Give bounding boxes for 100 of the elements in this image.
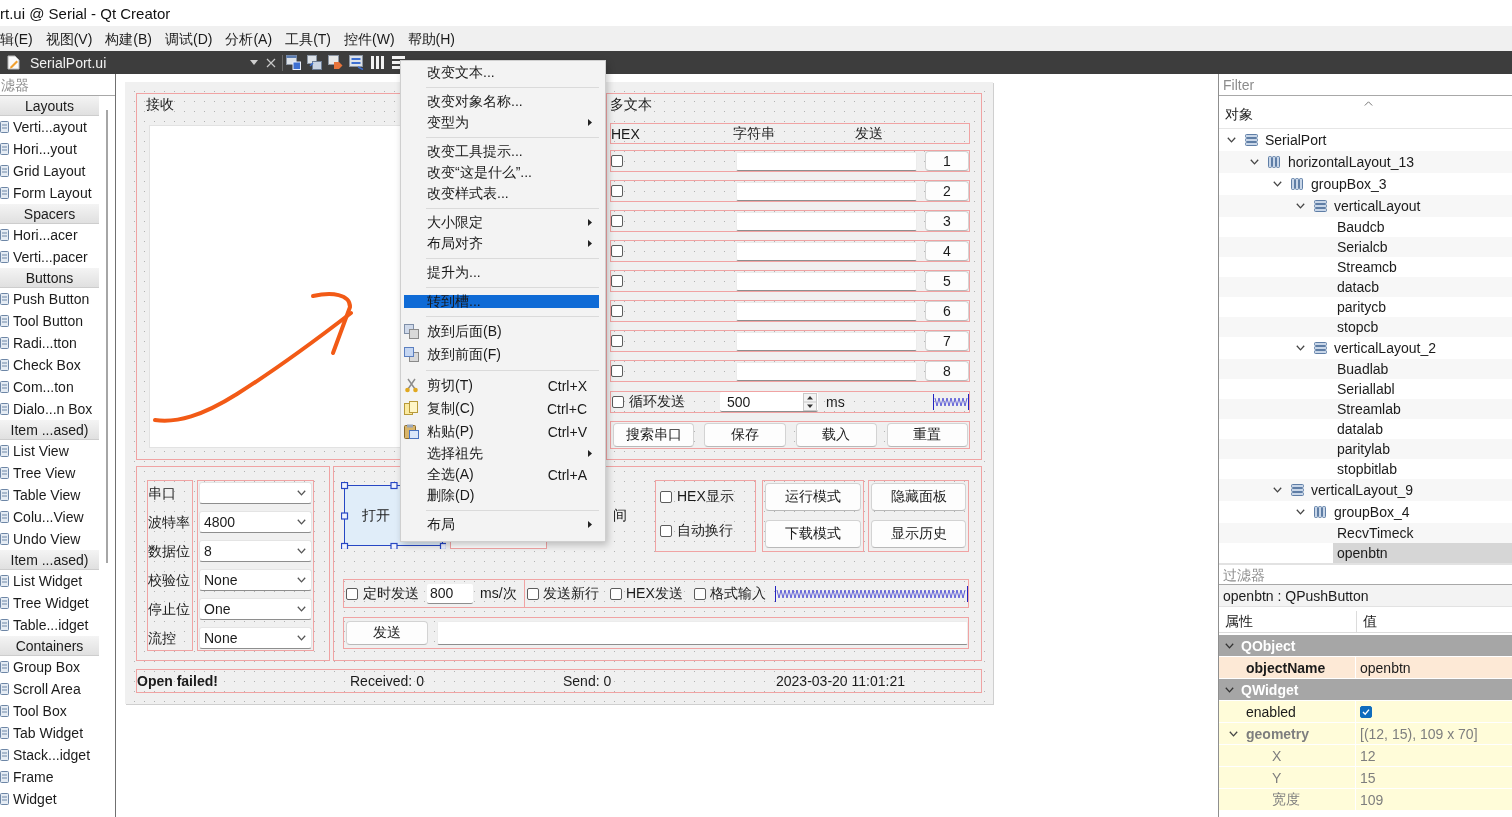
checkbox[interactable] <box>611 305 623 317</box>
tree-item[interactable]: SerialPort <box>1261 129 1512 151</box>
filter-field[interactable]: 过滤器 <box>1219 565 1512 585</box>
checkbox[interactable] <box>611 155 623 167</box>
menu-item[interactable]: 全选(A) Ctrl+A <box>404 464 599 485</box>
push-button[interactable]: 8 <box>925 361 969 381</box>
push-button[interactable]: 隐藏面板 <box>871 483 966 511</box>
widget-list-item[interactable]: Group Box <box>0 656 99 678</box>
text-field[interactable] <box>736 331 917 351</box>
menu-item[interactable]: 布局对齐 <box>404 233 599 254</box>
tag-icon[interactable] <box>328 55 343 70</box>
push-button[interactable]: 7 <box>925 331 969 351</box>
widget-list-item[interactable]: Grid Layout <box>0 160 99 182</box>
push-button[interactable]: 2 <box>925 181 969 201</box>
checkbox[interactable] <box>611 245 623 257</box>
column-header[interactable]: 对象 <box>1225 106 1253 124</box>
caret-icon[interactable] <box>250 60 258 65</box>
chevron-down-icon[interactable] <box>1225 686 1234 693</box>
tree-item[interactable]: openbtn <box>1333 543 1512 563</box>
push-button[interactable]: 保存 <box>704 423 786 447</box>
menu-item[interactable]: 粘贴(P) Ctrl+V <box>404 420 599 443</box>
number-field[interactable]: 800 <box>427 583 473 604</box>
menu-item[interactable]: 放到前面(F) <box>404 343 599 366</box>
menu-item[interactable]: 改变文本... <box>404 62 599 83</box>
menu-bar-item[interactable]: 控件(W) <box>344 28 395 49</box>
combo-box[interactable]: None <box>199 569 312 591</box>
menu-item[interactable]: 剪切(T) Ctrl+X <box>404 374 599 397</box>
tree-item[interactable]: paritycb <box>1333 297 1512 317</box>
menu-bar-item[interactable]: 工具(T) <box>285 28 331 49</box>
chevron-down-icon[interactable] <box>1272 487 1282 493</box>
spin-arrows-icon[interactable] <box>803 392 817 411</box>
push-button[interactable]: 6 <box>925 301 969 321</box>
menu-item[interactable]: 改变对象名称... <box>404 91 599 112</box>
menu-item[interactable]: 提升为... <box>404 262 599 283</box>
menu-bar-item[interactable]: 分析(A) <box>225 28 273 49</box>
menu-bar-item[interactable]: 辑(E) <box>0 28 33 49</box>
push-button[interactable]: 5 <box>925 271 969 291</box>
columns-icon[interactable] <box>370 55 385 70</box>
chevron-down-icon[interactable] <box>297 577 306 583</box>
chevron-down-icon[interactable] <box>297 635 306 641</box>
menu-bar-item[interactable]: 构建(B) <box>105 28 152 49</box>
chevron-down-icon[interactable] <box>297 519 306 525</box>
category-header[interactable]: Layouts <box>0 96 99 116</box>
menu-item[interactable]: 变型为 <box>404 112 599 133</box>
tree-item[interactable]: Streamcb <box>1333 257 1512 277</box>
menu-item[interactable]: 复制(C) Ctrl+C <box>404 397 599 420</box>
combo-box[interactable]: 4800 <box>199 511 312 533</box>
chevron-down-icon[interactable] <box>297 548 306 554</box>
widget-list-item[interactable]: Dialo...n Box <box>0 398 99 420</box>
menu-item[interactable]: 大小限定 <box>404 212 599 233</box>
menu-bar-item[interactable]: 视图(V) <box>45 28 93 49</box>
property-value[interactable]: openbtn <box>1360 659 1411 676</box>
widget-list-item[interactable]: Tool Button <box>0 310 99 332</box>
tree-item[interactable]: Seriallabl <box>1333 379 1512 399</box>
widget-list-item[interactable]: Stack...idget <box>0 744 99 766</box>
chevron-down-icon[interactable] <box>1295 345 1305 351</box>
tree-item[interactable]: Baudcb <box>1333 217 1512 237</box>
spin-box[interactable]: 500 <box>720 392 818 412</box>
widget-list-item[interactable]: Table View <box>0 484 99 506</box>
push-button[interactable]: 运行模式 <box>765 483 861 511</box>
category-header[interactable]: Item ...ased) <box>0 550 99 570</box>
combo-box[interactable]: One <box>199 598 312 620</box>
editor-tab-title[interactable]: SerialPort.ui <box>30 54 107 71</box>
scrollbar[interactable] <box>106 110 108 563</box>
push-button[interactable]: 搜索串口 <box>613 423 695 447</box>
push-button[interactable]: 显示历史 <box>871 520 966 548</box>
combo-box[interactable]: None <box>199 627 312 649</box>
checkbox[interactable] <box>611 215 623 227</box>
text-field[interactable] <box>437 621 968 645</box>
menu-bar-item[interactable]: 帮助(H) <box>407 28 455 49</box>
widget-list-item[interactable]: Hori...acer <box>0 224 99 246</box>
tree-item[interactable]: verticalLayout_2 <box>1330 337 1512 359</box>
text-field[interactable] <box>736 361 917 381</box>
widget-list-item[interactable]: Verti...pacer <box>0 246 99 268</box>
window-icon[interactable] <box>286 55 301 70</box>
close-icon[interactable] <box>266 57 276 68</box>
menu-item[interactable]: 放到后面(B) <box>404 320 599 343</box>
text-field[interactable] <box>736 241 917 261</box>
widget-list-item[interactable]: Verti...ayout <box>0 116 99 138</box>
checkbox[interactable] <box>660 491 672 503</box>
widget-list-item[interactable]: Com...ton <box>0 376 99 398</box>
widget-list-item[interactable]: Widget <box>0 788 99 810</box>
chevron-down-icon[interactable] <box>1295 509 1305 515</box>
tree-item[interactable]: stopbitlab <box>1333 459 1512 479</box>
category-header[interactable]: Containers <box>0 636 99 656</box>
text-field[interactable] <box>736 181 917 201</box>
push-button[interactable]: 4 <box>925 241 969 261</box>
push-button[interactable]: 下载模式 <box>765 520 861 548</box>
text-field[interactable] <box>736 271 917 291</box>
property-row[interactable]: objectName openbtn <box>1219 657 1512 679</box>
chevron-down-icon[interactable] <box>1225 642 1234 649</box>
push-button[interactable]: 载入 <box>795 423 877 447</box>
widget-list-item[interactable]: Check Box <box>0 354 99 376</box>
menu-item[interactable]: 改变工具提示... <box>404 141 599 162</box>
checkbox[interactable] <box>527 587 539 600</box>
text-field[interactable] <box>736 211 917 231</box>
widget-list-item[interactable]: Tree Widget <box>0 592 99 614</box>
checkbox[interactable] <box>610 587 622 600</box>
widget-list-item[interactable]: Undo View <box>0 528 99 550</box>
column-header[interactable]: 属性 <box>1219 611 1356 632</box>
